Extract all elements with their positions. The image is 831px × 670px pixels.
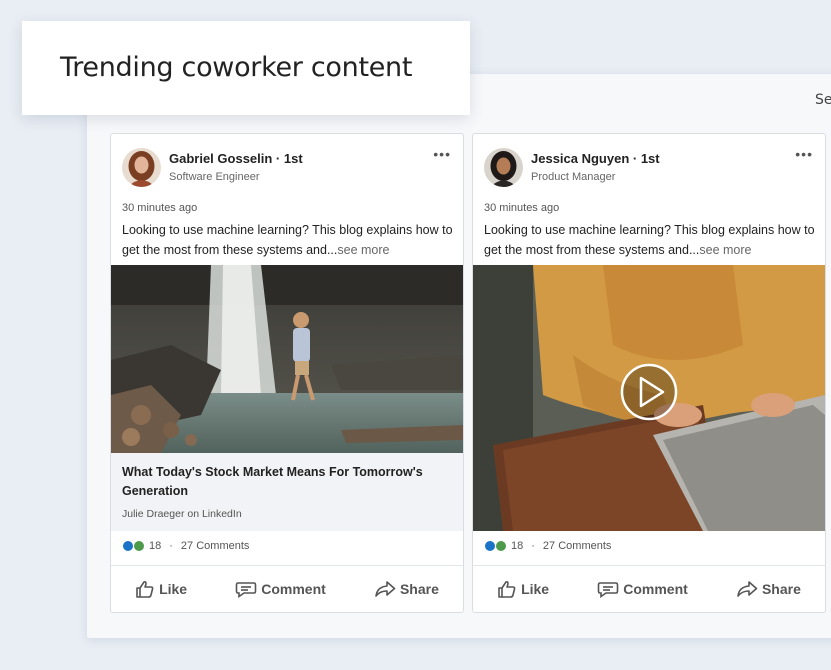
comment-button[interactable]: Comment [235, 580, 326, 598]
share-button[interactable]: Share [736, 580, 801, 598]
see-more-link[interactable]: see more [699, 243, 751, 257]
link-title[interactable]: What Today's Stock Market Means For Tomo… [122, 463, 452, 501]
avatar[interactable] [122, 148, 161, 187]
share-icon [737, 581, 758, 597]
comment-icon [597, 582, 619, 598]
post-timestamp: 30 minutes ago [122, 202, 198, 214]
post-card-gabriel: Gabriel Gosselin · 1st Software Engineer… [110, 133, 464, 613]
author-role: Software Engineer [169, 171, 260, 183]
page-title: Trending coworker content [60, 52, 413, 83]
avatar[interactable] [484, 148, 523, 187]
share-icon [375, 581, 396, 597]
like-button[interactable]: Like [497, 580, 549, 598]
post-text: Looking to use machine learning? This bl… [122, 220, 457, 260]
link-source: Julie Draeger on LinkedIn [122, 508, 242, 520]
share-label: Share [761, 581, 801, 597]
link-preview[interactable]: What Today's Stock Market Means For Tomo… [111, 453, 463, 531]
post-timestamp: 30 minutes ago [484, 202, 560, 214]
social-counts[interactable]: 18 · 27 Comments [484, 540, 611, 552]
reaction-count[interactable]: 18 [149, 540, 161, 552]
like-label: Like [521, 581, 550, 597]
author-name[interactable]: Jessica Nguyen · 1st [531, 151, 660, 166]
see-all-link[interactable]: Se [815, 92, 831, 108]
post-video[interactable] [473, 265, 825, 531]
post-actions: Like Comment Share [111, 566, 463, 612]
post-text: Looking to use machine learning? This bl… [484, 220, 819, 260]
post-actions: Like Comment Share [473, 566, 825, 612]
separator: · [531, 540, 535, 552]
more-options-icon[interactable]: ••• [433, 146, 451, 162]
like-label: Like [159, 581, 188, 597]
comment-button[interactable]: Comment [597, 580, 688, 598]
thumbs-up-icon [136, 580, 154, 598]
post-text-body: Looking to use machine learning? This bl… [122, 223, 453, 257]
comment-count[interactable]: 27 Comments [543, 540, 611, 552]
thumbs-up-icon [498, 580, 516, 598]
post-card-jessica: Jessica Nguyen · 1st Product Manager •••… [472, 133, 826, 613]
separator: · [169, 540, 173, 552]
comment-label: Comment [261, 581, 326, 597]
post-text-body: Looking to use machine learning? This bl… [484, 223, 815, 257]
comment-label: Comment [623, 581, 688, 597]
celebrate-reaction-icon [133, 540, 145, 552]
author-name[interactable]: Gabriel Gosselin · 1st [169, 151, 303, 166]
more-options-icon[interactable]: ••• [795, 146, 813, 162]
comment-count[interactable]: 27 Comments [181, 540, 249, 552]
heading-card: Trending coworker content [22, 21, 470, 115]
see-more-link[interactable]: see more [337, 243, 389, 257]
comment-icon [235, 582, 257, 598]
celebrate-reaction-icon [495, 540, 507, 552]
share-label: Share [399, 581, 439, 597]
share-button[interactable]: Share [374, 580, 439, 598]
play-icon[interactable] [620, 363, 678, 421]
author-role: Product Manager [531, 171, 616, 183]
reaction-count[interactable]: 18 [511, 540, 523, 552]
post-image-waterfall[interactable] [111, 265, 463, 453]
social-counts[interactable]: 18 · 27 Comments [122, 540, 249, 552]
like-button[interactable]: Like [135, 580, 187, 598]
